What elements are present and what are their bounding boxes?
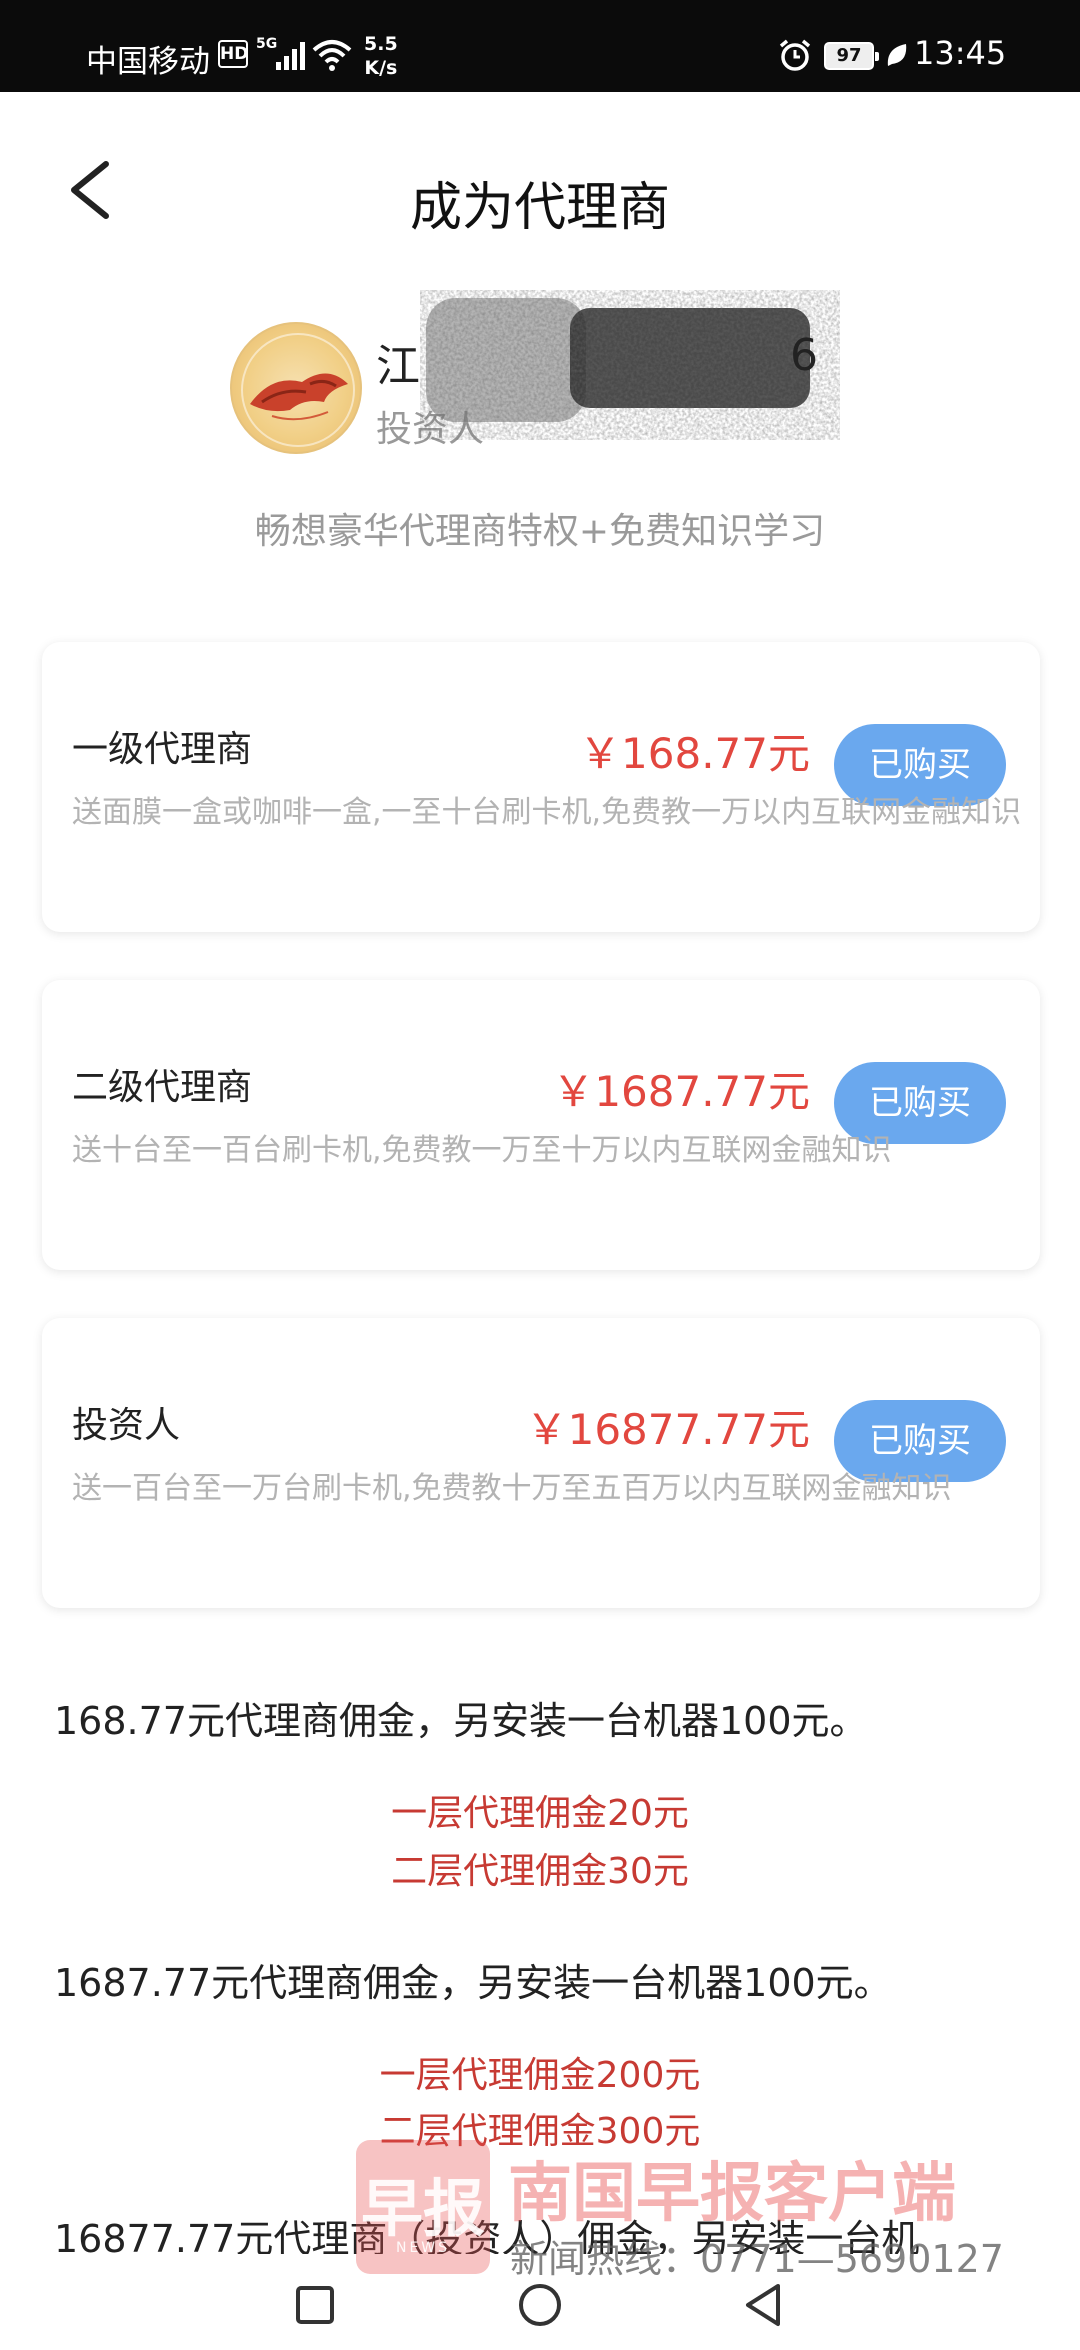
battery-icon: 97 [824, 42, 879, 70]
commission-tier-2: 二层代理佣金30元 [391, 1851, 689, 1892]
net-speed: 5.5 K/s [364, 32, 398, 80]
status-bar: 中国移动 HD 5G 5.5 K/s 97 13:45 [0, 0, 1080, 92]
card-description: 送面膜一盒或咖啡一盒,一至十台刷卡机,免费教一万以内互联网金融知识 [72, 795, 1022, 830]
agent-card-investor[interactable]: 投资人 ￥16877.77元 已购买 送一百台至一万台刷卡机,免费教十万至五百万… [42, 1318, 1040, 1608]
logo-subtext: NEWS [395, 2240, 451, 2256]
avatar[interactable] [230, 322, 362, 454]
privacy-scribble [420, 290, 840, 440]
system-nav-bar [0, 2262, 1080, 2350]
card-description: 送一百台至一万台刷卡机,免费教十万至五百万以内互联网金融知识 [72, 1471, 952, 1506]
wifi-icon [312, 40, 352, 71]
watermark-brand: 南国早报客户端 [508, 2157, 956, 2231]
card-description: 送十台至一百台刷卡机,免费教一万至十万以内互联网金融知识 [72, 1133, 892, 1168]
tiger-artwork-icon [241, 333, 355, 447]
commission-text-2: 1687.77元代理商佣金，另安装一台机器100元。 [54, 1961, 892, 2005]
card-price: ￥16877.77元 [525, 1405, 810, 1454]
card-price: ￥1687.77元 [552, 1067, 810, 1116]
commission-text-1: 168.77元代理商佣金，另安装一台机器100元。 [54, 1699, 868, 1743]
net-speed-value: 5.5 [364, 33, 398, 55]
page-title: 成为代理商 [409, 178, 670, 238]
carrier-label: 中国移动 [86, 44, 210, 80]
square-icon[interactable] [284, 2276, 344, 2336]
newspaper-logo: 早报 NEWS [356, 2140, 490, 2274]
card-title: 投资人 [72, 1405, 181, 1446]
leaf-icon [887, 44, 907, 66]
circle-icon[interactable] [510, 2276, 570, 2336]
clock: 13:45 [914, 34, 1007, 72]
slogan: 畅想豪华代理商特权+免费知识学习 [254, 511, 826, 552]
card-title: 二级代理商 [72, 1067, 253, 1108]
commission-tier-1: 一层代理佣金200元 [379, 2055, 701, 2096]
logo-text: 早报 [360, 2172, 485, 2245]
network-type-label: 5G [256, 36, 278, 52]
net-speed-unit: K/s [364, 57, 398, 79]
triangle-back-icon[interactable] [734, 2276, 794, 2336]
agent-card-level-1[interactable]: 一级代理商 ￥168.77元 已购买 送面膜一盒或咖啡一盒,一至十台刷卡机,免费… [42, 642, 1040, 932]
card-title: 一级代理商 [72, 729, 253, 770]
signal-icon [276, 40, 308, 70]
user-name-tail: 6 [790, 330, 818, 381]
alarm-icon [779, 39, 811, 71]
agent-card-level-2[interactable]: 二级代理商 ￥1687.77元 已购买 送十台至一百台刷卡机,免费教一万至十万以… [42, 980, 1040, 1270]
commission-tier-1: 一层代理佣金20元 [391, 1793, 689, 1834]
user-name: 江 [376, 341, 420, 392]
card-price: ￥168.77元 [579, 729, 810, 778]
hd-icon: HD [218, 40, 248, 68]
